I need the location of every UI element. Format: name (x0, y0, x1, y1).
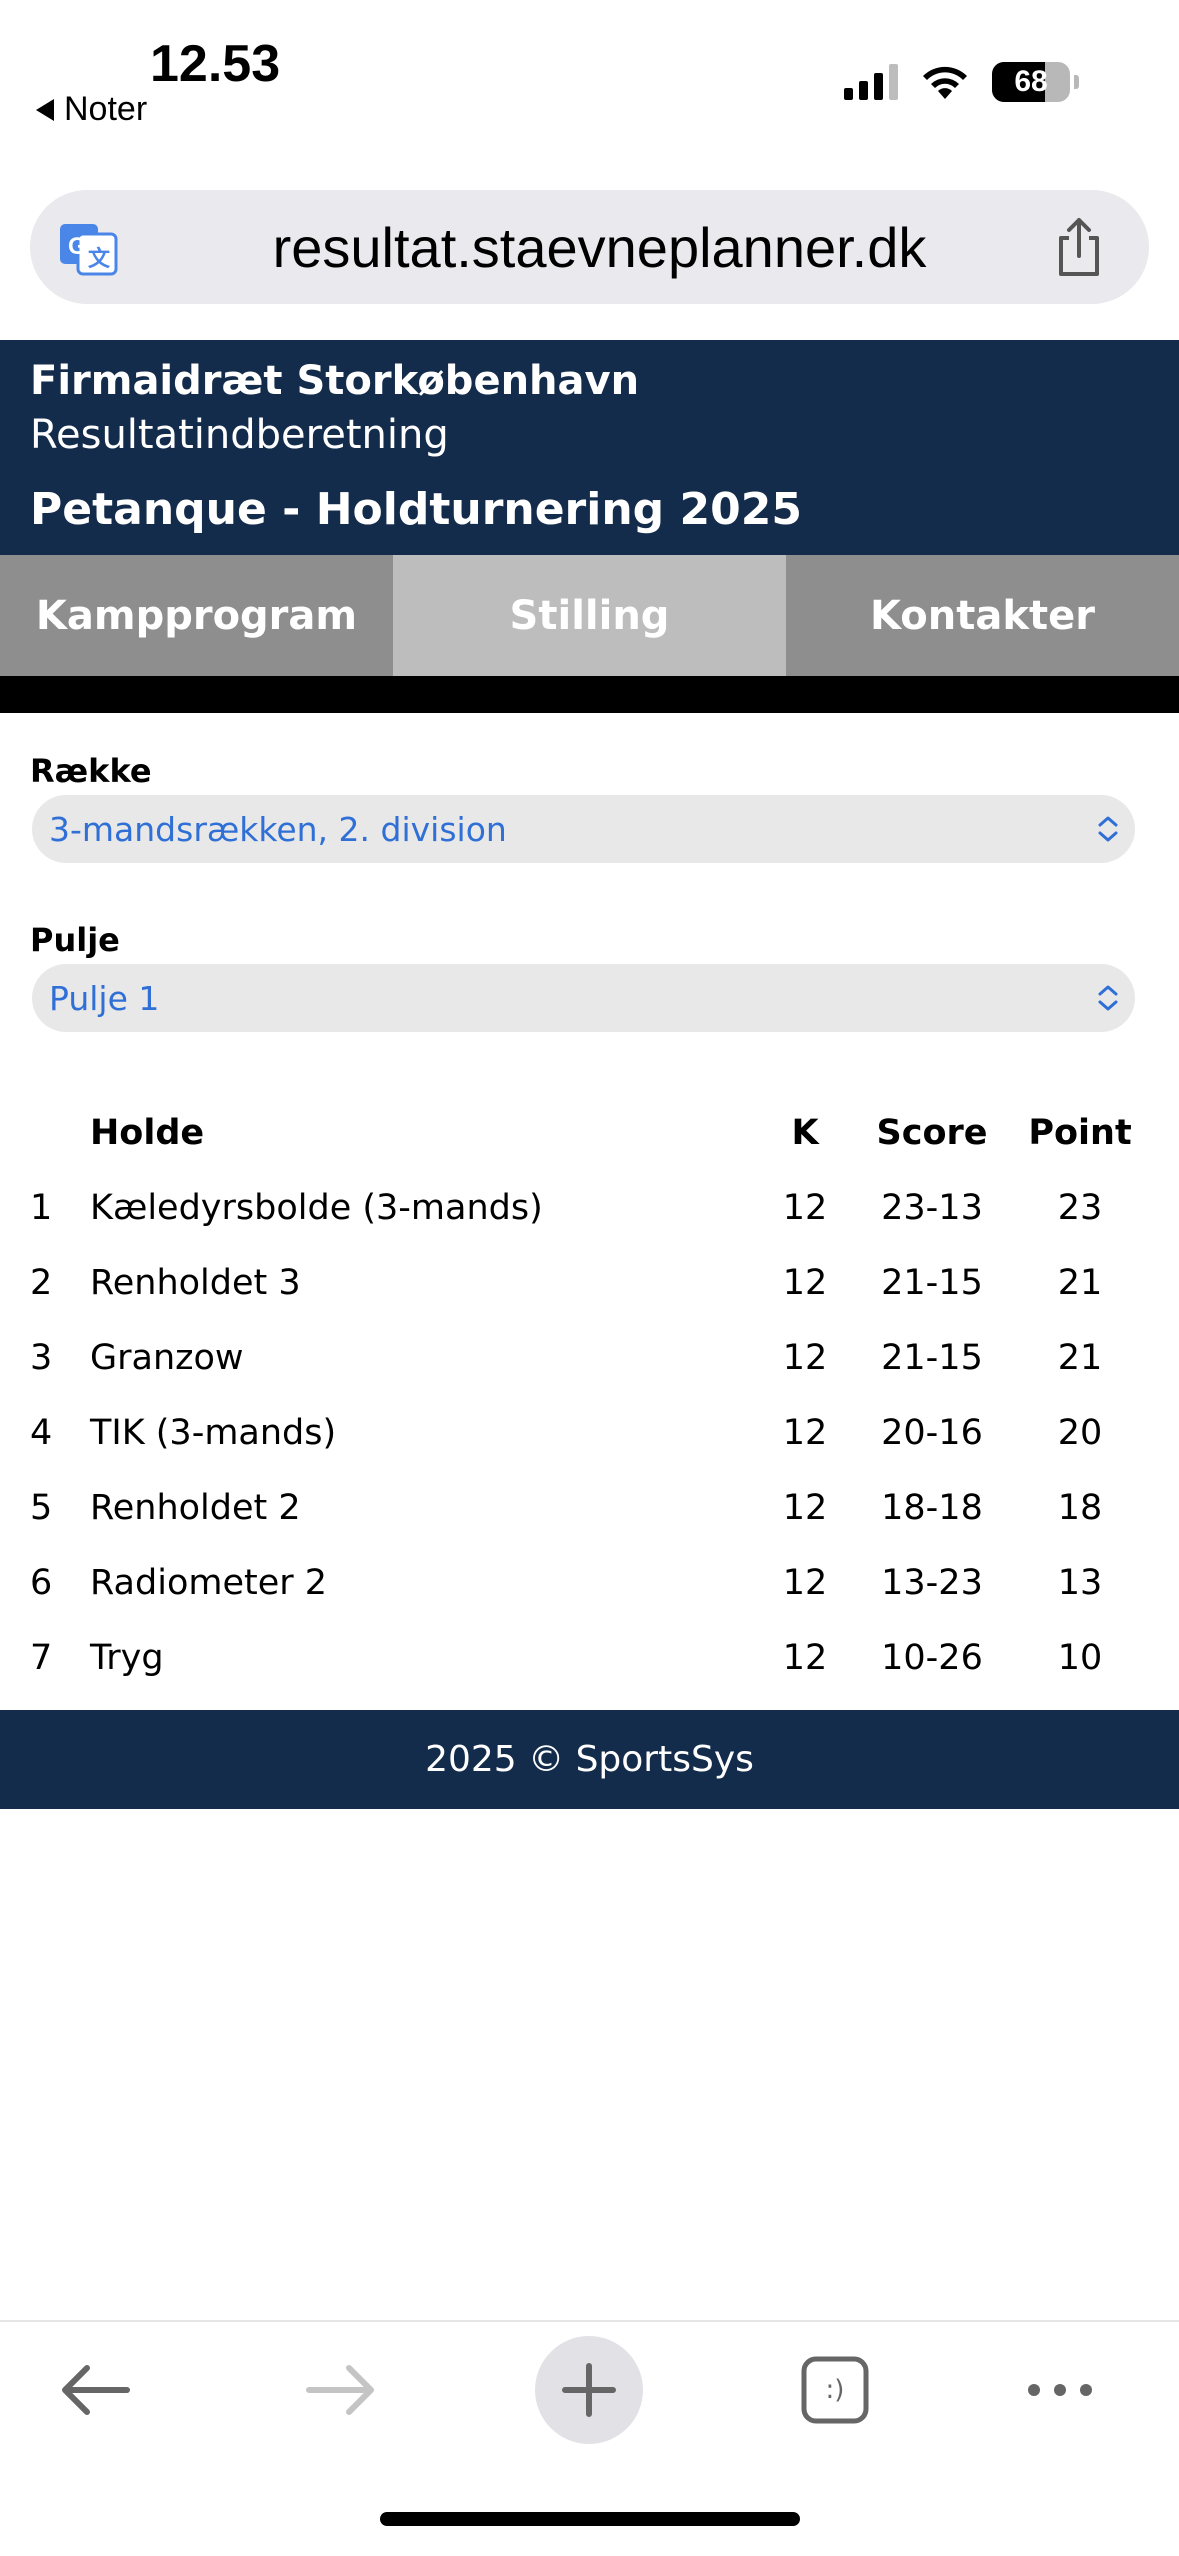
row-point: 10 (1057, 1637, 1103, 1678)
footer-copyright: 2025 © SportsSys (425, 1739, 754, 1780)
row-rank: 4 (30, 1412, 53, 1453)
url-text[interactable]: resultat.staevneplanner.dk (30, 190, 1149, 304)
row-point: 21 (1057, 1262, 1103, 1303)
table-row[interactable]: 7 Tryg 12 10-26 10 (0, 1620, 1179, 1695)
row-rank: 7 (30, 1637, 53, 1678)
row-k: 12 (782, 1337, 828, 1378)
back-to-app-button[interactable]: Noter (36, 90, 147, 129)
row-score: 18-18 (881, 1487, 983, 1528)
organization-name: Firmaidræt Storkøbenhavn (30, 358, 640, 404)
status-icons: 68 (844, 62, 1079, 102)
row-team: Radiometer 2 (90, 1562, 328, 1603)
more-menu-button[interactable] (1020, 2335, 1100, 2445)
row-rank: 3 (30, 1337, 53, 1378)
row-k: 12 (782, 1562, 828, 1603)
row-point: 20 (1057, 1412, 1103, 1453)
header-point: Point (1028, 1112, 1132, 1153)
row-k: 12 (782, 1187, 828, 1228)
pool-select-label: Pulje (30, 921, 120, 959)
site-header: Firmaidræt Storkøbenhavn Resultatindbere… (0, 340, 1179, 555)
tournament-title: Petanque - Holdturnering 2025 (30, 484, 802, 535)
chevron-updown-icon (1098, 816, 1118, 842)
row-team: TIK (3-mands) (90, 1412, 337, 1453)
arrow-left-icon (62, 2365, 130, 2415)
wifi-icon (923, 66, 967, 99)
battery-icon: 68 (992, 62, 1070, 102)
row-point: 23 (1057, 1187, 1103, 1228)
table-header-row: Holde K Score Point (0, 1095, 1179, 1170)
header-score: Score (876, 1112, 988, 1153)
toolbar-divider (0, 2320, 1179, 2322)
header-team: Holde (90, 1112, 205, 1153)
plus-icon (562, 2363, 616, 2417)
row-point: 21 (1057, 1337, 1103, 1378)
row-team: Tryg (90, 1637, 164, 1678)
tab-divider (0, 676, 1179, 713)
row-rank: 6 (30, 1562, 53, 1603)
row-select-label: Række (30, 752, 152, 790)
site-footer: 2025 © SportsSys (0, 1710, 1179, 1809)
back-button[interactable] (50, 2335, 140, 2445)
table-row[interactable]: 3 Granzow 12 21-15 21 (0, 1320, 1179, 1395)
arrow-right-icon (306, 2365, 374, 2415)
row-rank: 2 (30, 1262, 53, 1303)
tab-kampprogram[interactable]: Kampprogram (0, 555, 393, 676)
header-k: K (791, 1112, 819, 1153)
row-score: 10-26 (881, 1637, 983, 1678)
site-subtitle: Resultatindberetning (30, 412, 449, 458)
row-k: 12 (782, 1487, 828, 1528)
tab-stilling[interactable]: Stilling (393, 555, 786, 676)
battery-tip (1074, 75, 1079, 89)
table-row[interactable]: 1 Kæledyrsbolde (3-mands) 12 23-13 23 (0, 1170, 1179, 1245)
row-score: 13-23 (881, 1562, 983, 1603)
share-icon[interactable] (1051, 216, 1107, 278)
row-k: 12 (782, 1412, 828, 1453)
pool-select-value: Pulje 1 (49, 978, 160, 1018)
status-time: 12.53 (150, 35, 281, 93)
row-team: Kæledyrsbolde (3-mands) (90, 1187, 543, 1228)
table-row[interactable]: 4 TIK (3-mands) 12 20-16 20 (0, 1395, 1179, 1470)
row-score: 21-15 (881, 1262, 983, 1303)
table-row[interactable]: 5 Renholdet 2 12 18-18 18 (0, 1470, 1179, 1545)
row-team: Renholdet 2 (90, 1487, 301, 1528)
address-bar[interactable]: G 文 resultat.staevneplanner.dk (30, 190, 1149, 304)
row-k: 12 (782, 1637, 828, 1678)
cellular-signal-icon (844, 64, 898, 100)
row-team: Granzow (90, 1337, 244, 1378)
battery-level: 68 (1014, 65, 1048, 98)
row-point: 18 (1057, 1487, 1103, 1528)
pool-select[interactable]: Pulje 1 (32, 964, 1135, 1032)
table-row[interactable]: 2 Renholdet 3 12 21-15 21 (0, 1245, 1179, 1320)
back-triangle-icon (36, 98, 54, 121)
row-rank: 1 (30, 1187, 53, 1228)
row-k: 12 (782, 1262, 828, 1303)
tabs-button[interactable]: :) (795, 2335, 875, 2445)
home-indicator (380, 2512, 800, 2526)
chevron-updown-icon (1098, 985, 1118, 1011)
more-dots-icon (1028, 2384, 1092, 2396)
row-select-value: 3-mandsrækken, 2. division (49, 809, 507, 849)
back-app-label: Noter (64, 90, 148, 128)
table-row[interactable]: 6 Radiometer 2 12 13-23 13 (0, 1545, 1179, 1620)
forward-button[interactable] (296, 2335, 386, 2445)
row-point: 13 (1057, 1562, 1103, 1603)
tabs-face: :) (825, 2375, 845, 2405)
row-score: 21-15 (881, 1337, 983, 1378)
row-rank: 5 (30, 1487, 53, 1528)
new-tab-button[interactable] (535, 2335, 643, 2445)
row-score: 23-13 (881, 1187, 983, 1228)
row-select[interactable]: 3-mandsrækken, 2. division (32, 795, 1135, 863)
tab-kontakter[interactable]: Kontakter (786, 555, 1179, 676)
plus-circle (535, 2336, 643, 2444)
row-score: 20-16 (881, 1412, 983, 1453)
row-team: Renholdet 3 (90, 1262, 301, 1303)
nav-tabs: Kampprogram Stilling Kontakter (0, 555, 1179, 676)
